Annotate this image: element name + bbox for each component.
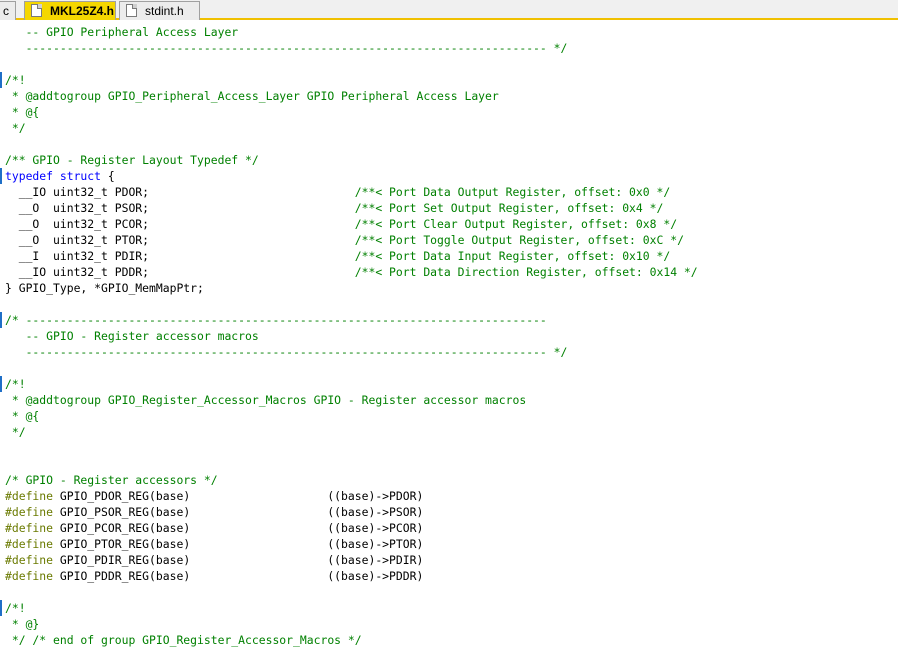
preprocessor: #define (5, 569, 54, 583)
code-line: __O uint32_t PTOR; /**< Port Toggle Outp… (5, 232, 684, 248)
code-line: */ (5, 425, 26, 439)
preprocessor: #define (5, 537, 54, 551)
code-text: __IO uint32_t PDDR; (5, 265, 355, 279)
comment: /**< Port Data Direction Register, offse… (354, 265, 698, 279)
code-text: __I uint32_t PDIR; (5, 249, 355, 263)
code-line: */ /* end of group GPIO_Register_Accesso… (5, 633, 362, 647)
comment: /**< Port Toggle Output Register, offset… (354, 233, 684, 247)
code-line: __I uint32_t PDIR; /**< Port Data Input … (5, 248, 671, 264)
code-line: /* -------------------------------------… (5, 313, 547, 327)
code-text: __IO uint32_t PDOR; (5, 185, 355, 199)
fold-marker[interactable] (0, 72, 2, 88)
fold-marker[interactable] (0, 168, 2, 184)
code-editor[interactable]: -- GPIO Peripheral Access Layer --------… (0, 22, 898, 667)
code-line: /*! (5, 377, 26, 391)
code-line: * @addtogroup GPIO_Peripheral_Access_Lay… (5, 89, 499, 103)
code-line: __IO uint32_t PDDR; /**< Port Data Direc… (5, 264, 698, 280)
comment: /**< Port Data Input Register, offset: 0… (354, 249, 671, 263)
code-line: * @} (5, 617, 40, 631)
code-line: * @{ (5, 105, 40, 119)
code-line: #define GPIO_PDDR_REG(base) ((base)->PDD… (5, 568, 423, 584)
comment: /**< Port Clear Output Register, offset:… (354, 217, 678, 231)
code-line: /* GPIO - Register accessors */ (5, 473, 218, 487)
code-text: __O uint32_t PTOR; (5, 233, 355, 247)
code-line: __O uint32_t PCOR; /**< Port Clear Outpu… (5, 216, 677, 232)
code-text: __O uint32_t PSOR; (5, 201, 355, 215)
code-text: __O uint32_t PCOR; (5, 217, 355, 231)
file-icon (126, 4, 137, 17)
code-line: */ (5, 121, 26, 135)
tab-mkl25z4-h[interactable]: MKL25Z4.h (24, 1, 116, 20)
code-text: GPIO_PDIR_REG(base) ((base)->PDIR) (53, 553, 424, 567)
code-line: #define GPIO_PCOR_REG(base) ((base)->PCO… (5, 520, 423, 536)
code-line: __IO uint32_t PDOR; /**< Port Data Outpu… (5, 184, 671, 200)
code-line: /** GPIO - Register Layout Typedef */ (5, 153, 259, 167)
tab-stdint-h[interactable]: stdint.h (119, 1, 200, 20)
comment: /**< Port Set Output Register, offset: 0… (354, 201, 664, 215)
tab-c[interactable]: c (0, 1, 16, 20)
code-text: GPIO_PCOR_REG(base) ((base)->PCOR) (53, 521, 424, 535)
tab-label: MKL25Z4.h (50, 4, 115, 18)
code-line: /*! (5, 601, 26, 615)
tab-bar: c MKL25Z4.h stdint.h (0, 0, 898, 20)
preprocessor: #define (5, 489, 54, 503)
code-line: __O uint32_t PSOR; /**< Port Set Output … (5, 200, 664, 216)
fold-marker[interactable] (0, 376, 2, 392)
code-line: * @{ (5, 409, 40, 423)
code-line: * @addtogroup GPIO_Register_Accessor_Mac… (5, 393, 527, 407)
code-line: -- GPIO Peripheral Access Layer (5, 25, 239, 39)
code-line: #define GPIO_PTOR_REG(base) ((base)->PTO… (5, 536, 423, 552)
code-text: GPIO_PTOR_REG(base) ((base)->PTOR) (53, 537, 424, 551)
code-line: ----------------------------------------… (5, 345, 568, 359)
code-text: { (101, 169, 115, 183)
code-line: #define GPIO_PSOR_REG(base) ((base)->PSO… (5, 504, 423, 520)
code-line: typedef struct { (5, 168, 115, 184)
tab-label: c (3, 4, 9, 18)
code-line: /*! (5, 73, 26, 87)
comment: /**< Port Data Output Register, offset: … (354, 185, 671, 199)
code-line: #define GPIO_PDIR_REG(base) ((base)->PDI… (5, 552, 423, 568)
code-line: ----------------------------------------… (5, 41, 568, 55)
tab-label: stdint.h (145, 4, 184, 18)
preprocessor: #define (5, 521, 54, 535)
code-line: #define GPIO_PDOR_REG(base) ((base)->PDO… (5, 488, 423, 504)
fold-marker[interactable] (0, 312, 2, 328)
preprocessor: #define (5, 553, 54, 567)
code-text: GPIO_PSOR_REG(base) ((base)->PSOR) (53, 505, 424, 519)
keyword: typedef struct (5, 169, 102, 183)
code-line: } GPIO_Type, *GPIO_MemMapPtr; (5, 281, 204, 295)
code-text: GPIO_PDOR_REG(base) ((base)->PDOR) (53, 489, 424, 503)
preprocessor: #define (5, 505, 54, 519)
code-text: GPIO_PDDR_REG(base) ((base)->PDDR) (53, 569, 424, 583)
fold-marker[interactable] (0, 600, 2, 616)
file-icon (31, 4, 42, 17)
code-line: -- GPIO - Register accessor macros (5, 329, 259, 343)
